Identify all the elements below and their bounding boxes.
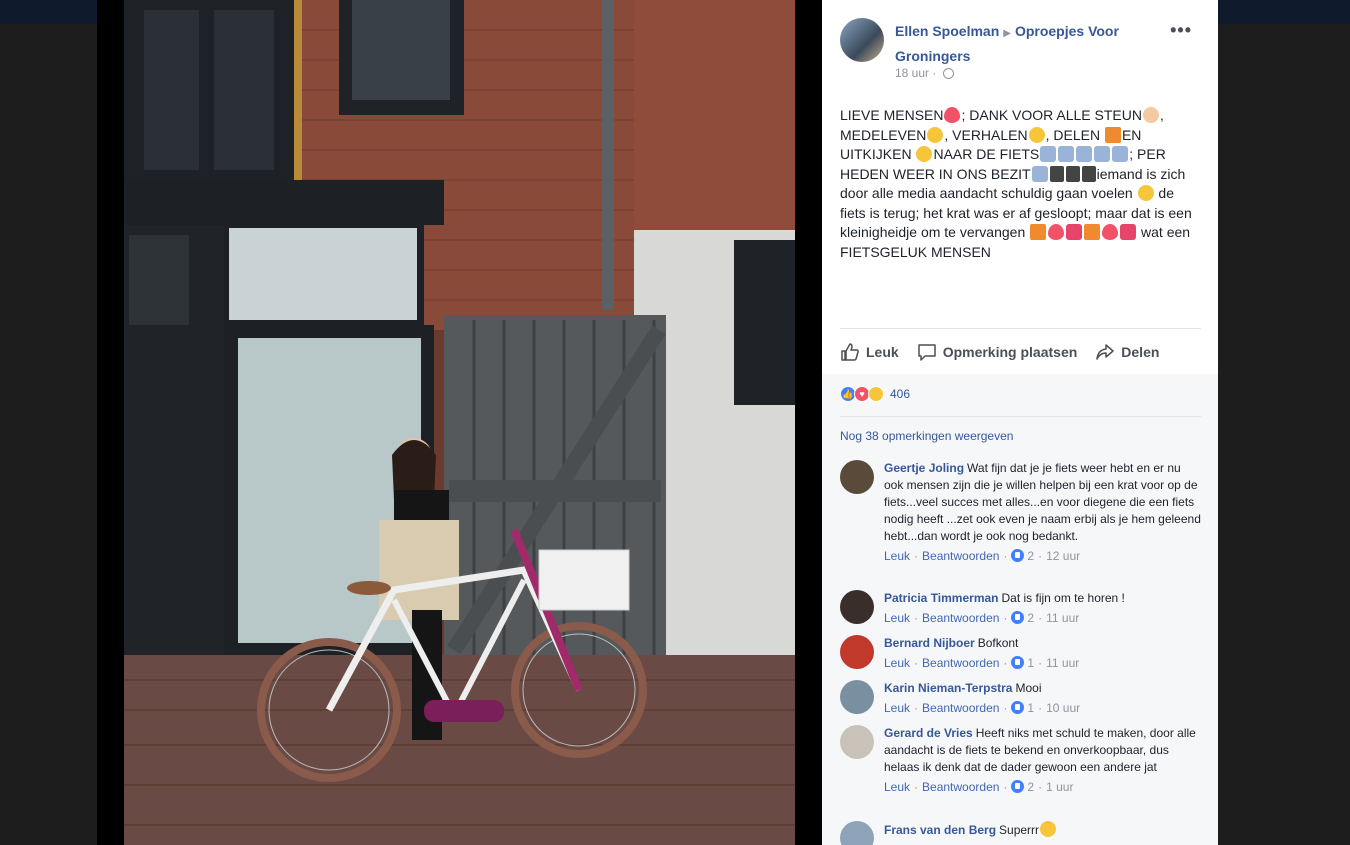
- comments-section: 👍 ♥ 406 Nog 38 opmerkingen weergeven Gee…: [822, 374, 1218, 845]
- comment-timestamp[interactable]: 1 uur: [1046, 780, 1073, 794]
- haha-icon: [868, 386, 884, 402]
- comment-timestamp[interactable]: 11 uur: [1046, 656, 1079, 670]
- comment-reply-link[interactable]: Beantwoorden: [922, 656, 999, 670]
- comment-like-link[interactable]: Leuk: [884, 549, 910, 563]
- post-photo[interactable]: [124, 0, 795, 845]
- party-popper-emoji-icon: [1104, 126, 1121, 143]
- comment-button[interactable]: Opmerking plaatsen: [917, 342, 1077, 362]
- comment-text: Bofkont: [977, 636, 1019, 650]
- ribbon-emoji-icon: [1120, 224, 1137, 240]
- comment-like-count[interactable]: 2: [1027, 549, 1034, 563]
- commenter-name-link[interactable]: Patricia Timmerman: [884, 591, 999, 605]
- comment-text: Superrr: [999, 823, 1040, 837]
- commenter-name-link[interactable]: Frans van den Berg: [884, 823, 996, 837]
- comment-footer: Leuk · Beantwoorden · 1 · 11 uur: [884, 656, 1080, 670]
- reaction-count: 406: [890, 387, 911, 401]
- commenter-avatar[interactable]: [840, 635, 874, 669]
- comment-reply-link[interactable]: Beantwoorden: [922, 611, 999, 625]
- reaction-summary[interactable]: 👍 ♥ 406: [840, 386, 910, 402]
- ribbon-emoji-icon: [1066, 224, 1083, 240]
- more-options-button[interactable]: •••: [1170, 20, 1192, 41]
- divider: [840, 416, 1201, 417]
- cyclist-emoji-icon: [1094, 146, 1111, 162]
- commenter-name-link[interactable]: Geertje Joling: [884, 461, 964, 475]
- post-side-panel: Ellen Spoelman ▶ Oproepjes Voor Groningers…: [822, 0, 1218, 845]
- heart-emoji-icon: [1102, 224, 1119, 240]
- top-arrow-emoji-icon: [1081, 165, 1096, 182]
- comment-footer: Leuk · Beantwoorden · 2 · 12 uur: [884, 549, 1081, 563]
- divider: [840, 328, 1201, 329]
- like-icon: [1011, 611, 1025, 624]
- rolling-eyes-emoji-icon: [916, 146, 933, 162]
- cyclist-emoji-icon: [1112, 146, 1129, 162]
- comment-like-link[interactable]: Leuk: [884, 656, 910, 670]
- commenter-avatar[interactable]: [840, 590, 874, 624]
- share-button[interactable]: Delen: [1095, 342, 1159, 362]
- photo-illustration: [124, 0, 795, 845]
- laughing-emoji-icon: [1028, 126, 1045, 143]
- party-popper-emoji-icon: [1030, 224, 1047, 240]
- hugging-face-emoji-icon: [1137, 185, 1154, 201]
- top-arrow-emoji-icon: [1049, 165, 1064, 182]
- comment-like-link[interactable]: Leuk: [884, 780, 910, 794]
- view-more-comments-link[interactable]: Nog 38 opmerkingen weergeven: [840, 429, 1013, 443]
- top-arrow-emoji-icon: [1065, 165, 1080, 182]
- commenter-avatar[interactable]: [840, 460, 874, 494]
- flexed-arm-emoji-icon: [1142, 107, 1159, 123]
- comment-timestamp[interactable]: 12 uur: [1046, 549, 1080, 563]
- comment-bubble-icon: [917, 344, 936, 361]
- party-popper-emoji-icon: [1084, 224, 1101, 240]
- heart-emoji-icon: [944, 107, 961, 123]
- post-title: Ellen Spoelman ▶ Oproepjes Voor Groningers: [895, 20, 1175, 67]
- post-text: LIEVE MENSEN; DANK VOOR ALLE STEUN, MEDE…: [840, 107, 1192, 260]
- like-button[interactable]: Leuk: [840, 342, 899, 362]
- globe-icon: [942, 68, 954, 79]
- post-timestamp[interactable]: 18 uur: [895, 66, 929, 80]
- comment-text: Mooi: [1015, 681, 1042, 695]
- cyclist-emoji-icon: [1031, 165, 1048, 182]
- comment-like-link[interactable]: Leuk: [884, 701, 910, 715]
- author-name-link[interactable]: Ellen Spoelman: [895, 23, 999, 39]
- author-avatar[interactable]: [840, 18, 884, 62]
- comment-timestamp[interactable]: 11 uur: [1046, 611, 1079, 625]
- commenter-name-link[interactable]: Gerard de Vries: [884, 726, 973, 740]
- comment-reply-link[interactable]: Beantwoorden: [922, 701, 999, 715]
- comment-footer: Leuk · Beantwoorden · 2 · 11 uur: [884, 611, 1080, 625]
- comment-footer: Leuk · Beantwoorden · 2 · 1 uur: [884, 780, 1074, 794]
- like-icon: [1011, 780, 1025, 793]
- like-icon: [1011, 656, 1025, 669]
- comment-like-link[interactable]: Leuk: [884, 611, 910, 625]
- cyclist-emoji-icon: [1058, 146, 1075, 162]
- comment-text: Dat is fijn om te horen !: [1001, 591, 1125, 605]
- commenter-avatar[interactable]: [840, 725, 874, 759]
- post-actions: Leuk Opmerking plaatsen Delen: [840, 338, 1200, 366]
- comment-like-count[interactable]: 2: [1027, 780, 1034, 794]
- thumbs-up-icon: [841, 343, 859, 361]
- commenter-avatar[interactable]: [840, 680, 874, 714]
- comment-like-count[interactable]: 2: [1027, 611, 1034, 625]
- cyclist-emoji-icon: [1076, 146, 1093, 162]
- commenter-name-link[interactable]: Bernard Nijboer: [884, 636, 975, 650]
- post-meta: 18 uur ·: [895, 66, 954, 80]
- comment-reply-link[interactable]: Beantwoorden: [922, 549, 999, 563]
- comment-timestamp[interactable]: 10 uur: [1046, 701, 1080, 715]
- commenter-name-link[interactable]: Karin Nieman-Terpstra: [884, 681, 1012, 695]
- comment-like-count[interactable]: 1: [1027, 701, 1034, 715]
- sad-face-emoji-icon: [927, 126, 944, 143]
- comment-like-count[interactable]: 1: [1027, 656, 1034, 670]
- like-icon: [1011, 549, 1025, 562]
- commenter-avatar[interactable]: [840, 821, 874, 845]
- cyclist-emoji-icon: [1040, 146, 1057, 162]
- share-arrow-icon: [1096, 344, 1115, 360]
- like-icon: [1011, 701, 1025, 714]
- comment-reply-link[interactable]: Beantwoorden: [922, 780, 999, 794]
- laughing-emoji-icon: [1040, 821, 1057, 837]
- comment-footer: Leuk · Beantwoorden · 1 · 10 uur: [884, 701, 1081, 715]
- arrow-right-icon: ▶: [1003, 28, 1011, 39]
- heart-emoji-icon: [1048, 224, 1065, 240]
